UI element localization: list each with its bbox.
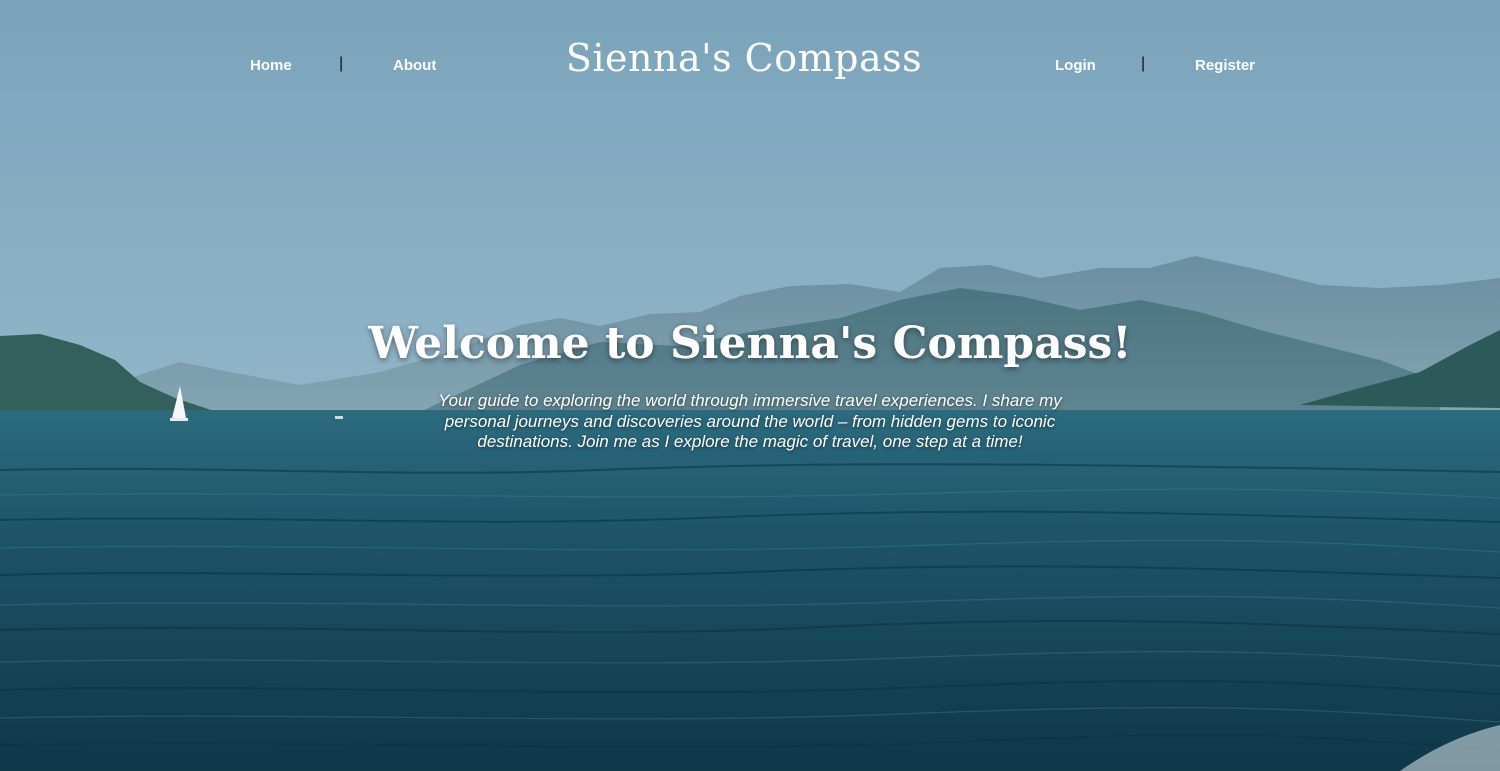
hero-background — [0, 0, 1500, 771]
nav-register-link[interactable]: Register — [1195, 57, 1255, 74]
nav-separator-right: | — [1141, 55, 1146, 72]
brand-logo-text[interactable]: Sienna's Compass — [0, 36, 1488, 80]
nav-login-link[interactable]: Login — [1055, 57, 1096, 74]
hero-tagline: Your guide to exploring the world throug… — [438, 391, 1062, 451]
sea-landscape-image — [0, 0, 1500, 771]
hero-title: Welcome to Sienna's Compass! — [368, 318, 1132, 369]
